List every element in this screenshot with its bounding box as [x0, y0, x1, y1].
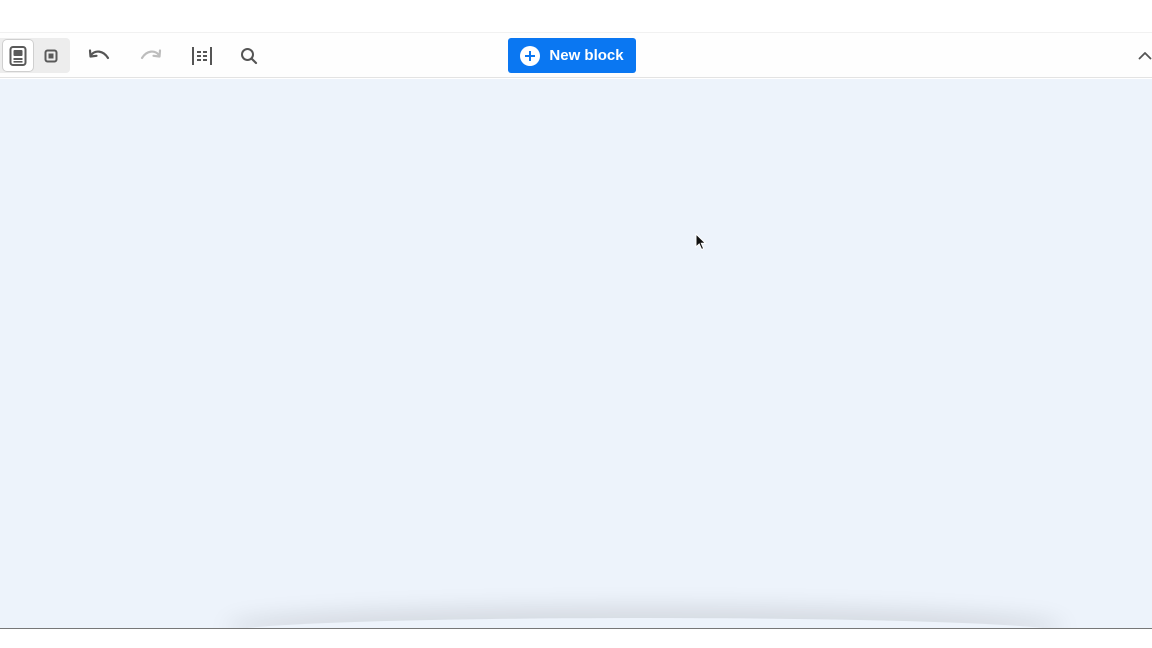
new-block-button[interactable]: New block: [508, 38, 636, 73]
top-strip: [0, 0, 1152, 33]
column-guides-button[interactable]: [186, 40, 218, 72]
search-button[interactable]: [233, 40, 265, 72]
editor-toolbar: New block: [0, 33, 1152, 78]
collapse-toolbar-button[interactable]: [1134, 43, 1152, 67]
undo-icon: [88, 49, 110, 60]
new-block-label: New block: [549, 47, 624, 64]
full-page-mode-button[interactable]: [3, 40, 33, 71]
mouse-cursor-icon: [695, 233, 707, 251]
search-icon: [241, 48, 258, 65]
redo-button[interactable]: [135, 40, 167, 72]
page-icon: [9, 45, 27, 66]
canvas-mode-button[interactable]: [36, 40, 66, 71]
canvas-page-shadow: [230, 618, 1060, 628]
bottom-strip: [0, 629, 1152, 648]
chevron-up-icon: [1138, 51, 1152, 59]
redo-icon: [140, 49, 162, 60]
undo-button[interactable]: [83, 40, 115, 72]
editor-canvas[interactable]: [0, 79, 1152, 628]
view-mode-toggle: [0, 38, 70, 73]
square-icon: [44, 49, 58, 62]
plus-circle-icon: [520, 45, 541, 66]
column-guides-icon: [192, 47, 212, 65]
